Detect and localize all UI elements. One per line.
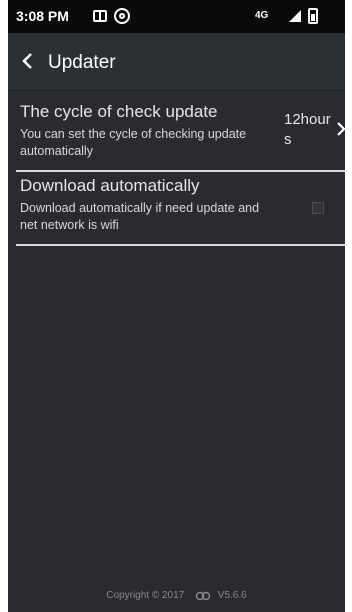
page-title: Updater [48, 52, 116, 73]
chevron-right-icon [337, 122, 345, 136]
download-auto-description: Download automatically if need update an… [20, 201, 260, 232]
download-auto-checkbox[interactable] [312, 202, 324, 214]
version-text: V5.6.6 [217, 590, 247, 601]
update-cycle-value: 12hours [284, 111, 331, 148]
phone-screen: 3:08 PM 4G Updater The cycle of check up… [8, 0, 345, 612]
update-cycle-description: You can set the cycle of checking update… [20, 127, 247, 158]
status-time: 3:08 PM [16, 8, 69, 24]
download-auto-setting[interactable]: Download automatically Download automati… [8, 172, 345, 244]
toolbar: Updater [8, 33, 345, 91]
divider [16, 244, 345, 246]
back-icon[interactable] [18, 51, 38, 71]
download-auto-title: Download automatically [20, 176, 200, 195]
footer: Copyright © 2017 V5.6.6 [8, 590, 345, 601]
copyright-text: Copyright © 2017 [106, 590, 185, 601]
status-bar: 3:08 PM 4G [8, 0, 345, 33]
battery-icon [308, 8, 318, 24]
network-type: 4G [255, 10, 269, 21]
update-cycle-setting[interactable]: The cycle of check update You can set th… [8, 98, 345, 170]
notification-box-icon [93, 10, 107, 22]
notification-circle-icon [114, 8, 130, 24]
signal-icon [289, 10, 301, 22]
update-cycle-title: The cycle of check update [20, 102, 218, 121]
cloud-icon [195, 591, 211, 600]
